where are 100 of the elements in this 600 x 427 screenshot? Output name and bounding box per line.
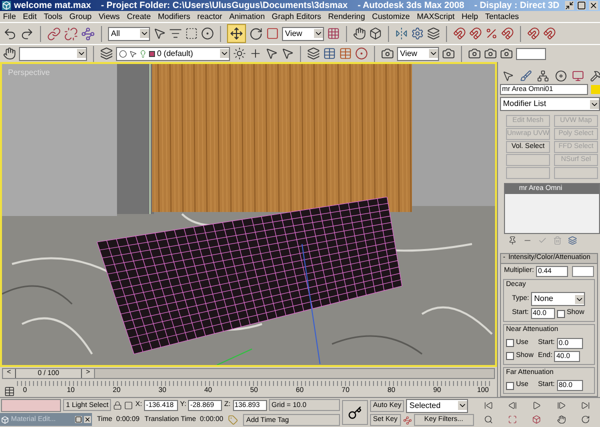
pan-icon[interactable]: [556, 415, 566, 424]
dashed-field[interactable]: [516, 48, 546, 60]
absolute-mode-icon[interactable]: [124, 400, 134, 410]
decay-type-dropdown[interactable]: None: [531, 292, 586, 306]
menu-item[interactable]: Create: [126, 11, 151, 22]
selection-region-icon[interactable]: [185, 27, 198, 40]
layer-dropdown[interactable]: 0 (default): [116, 46, 230, 60]
checkbox[interactable]: [506, 352, 514, 360]
modifier-list-dropdown[interactable]: Modifier List: [500, 97, 600, 111]
menu-item[interactable]: Tentacles: [485, 11, 519, 22]
menu-item[interactable]: Customize: [372, 11, 410, 22]
dropdown-arrow-icon: [77, 49, 86, 58]
display-tab-icon[interactable]: [572, 70, 584, 82]
mirror-icon[interactable]: [395, 27, 408, 40]
create-tab-icon[interactable]: [502, 70, 514, 82]
modify-tab-icon[interactable]: [520, 70, 532, 82]
spinner-snap-icon[interactable]: [501, 27, 514, 40]
named-selection-dropdown[interactable]: [19, 46, 87, 60]
menu-item[interactable]: Group: [69, 11, 92, 22]
pin-icon[interactable]: [508, 236, 517, 244]
menu-item[interactable]: reactor: [197, 11, 222, 22]
move-button[interactable]: [227, 24, 246, 43]
app-icon: [1, 416, 9, 424]
menu-item[interactable]: Rendering: [328, 11, 366, 22]
menu-item[interactable]: Graph Editors: [272, 11, 322, 22]
menu-item[interactable]: Edit: [22, 11, 37, 22]
layers-icon[interactable]: [100, 47, 113, 60]
pivot-icon[interactable]: [327, 27, 340, 40]
restore-icon[interactable]: [75, 416, 82, 424]
percent-snap-icon[interactable]: [485, 27, 498, 40]
menu-item[interactable]: File: [3, 11, 16, 22]
checkbox[interactable]: [556, 310, 565, 318]
add-icon[interactable]: [249, 47, 262, 60]
key-set-dropdown[interactable]: Selected: [406, 398, 468, 413]
undo-icon[interactable]: [3, 26, 17, 40]
set-key-button[interactable]: [342, 400, 368, 425]
select-icon[interactable]: [153, 27, 166, 40]
menu-item[interactable]: Animation: [229, 11, 265, 22]
magnet-icon[interactable]: [543, 27, 556, 40]
utilities-tab-icon[interactable]: [590, 70, 600, 82]
minimize-icon[interactable]: [565, 1, 574, 10]
menu-item[interactable]: Help: [462, 11, 478, 22]
go-to-start-icon[interactable]: [484, 400, 493, 410]
key-tangent-icon[interactable]: [402, 416, 412, 425]
menu-item[interactable]: Views: [98, 11, 120, 22]
select-layer-icon[interactable]: [281, 47, 294, 60]
checkbox[interactable]: [506, 382, 514, 390]
play-icon[interactable]: [532, 400, 542, 410]
track-bar-icon[interactable]: [4, 386, 15, 397]
dropdown-arrow-icon: [429, 49, 438, 58]
hierarchy-tab-icon[interactable]: [537, 70, 550, 82]
select-objects-icon[interactable]: [265, 47, 278, 60]
pointer-icon[interactable]: [129, 50, 137, 58]
redo-icon[interactable]: [20, 26, 34, 40]
highlight-icon[interactable]: [233, 47, 246, 60]
angle-snap-icon[interactable]: [469, 27, 482, 40]
render-setup-icon[interactable]: [381, 47, 394, 60]
rotate-icon[interactable]: [249, 26, 263, 40]
manipulate-icon[interactable]: [353, 27, 366, 40]
curve-editor-icon[interactable]: [323, 47, 336, 60]
lock-icon[interactable]: [113, 400, 122, 410]
dropdown-arrow-icon: [314, 29, 323, 38]
next-frame-icon[interactable]: [556, 400, 566, 410]
layer-manager-icon[interactable]: [307, 47, 320, 60]
dropdown-arrow-icon: [458, 401, 468, 410]
configure-sets-icon[interactable]: [568, 236, 577, 244]
menu-item[interactable]: Tools: [44, 11, 62, 22]
close-icon[interactable]: [84, 416, 91, 424]
maxscript-listener-field[interactable]: [1, 398, 61, 412]
zoom-icon[interactable]: [484, 415, 493, 424]
app-icon: [2, 1, 11, 10]
reference-coordinate-dropdown[interactable]: View: [282, 26, 324, 40]
go-to-end-icon[interactable]: [581, 400, 590, 410]
menu-item[interactable]: Modifiers: [158, 11, 190, 22]
zoom-extents-icon[interactable]: [508, 415, 518, 424]
layer-icon[interactable]: [427, 27, 440, 40]
orbit-icon[interactable]: [581, 415, 590, 424]
material-editor-icon[interactable]: [355, 47, 368, 60]
object-color-swatch[interactable]: [590, 85, 600, 94]
window-title: welcome mat.max - Project Folder: C:\Users\UlusGugus\Documents\3dsmax - Autodesk 3ds Max 2008 - Display : Direct 3D: [14, 0, 560, 11]
render-icon[interactable]: [442, 47, 455, 60]
maximize-icon[interactable]: [577, 1, 586, 10]
motion-tab-icon[interactable]: [554, 70, 567, 82]
previous-frame-icon[interactable]: [508, 400, 518, 410]
selection-filter-dropdown[interactable]: All: [108, 26, 150, 40]
magnet-icon[interactable]: [527, 27, 540, 40]
checkbox[interactable]: [506, 339, 514, 347]
link-icon[interactable]: [47, 26, 61, 40]
dropdown-arrow-icon: [590, 100, 599, 108]
unlink-icon[interactable]: [64, 26, 78, 40]
dropdown-arrow-icon: [220, 49, 229, 58]
close-icon[interactable]: [589, 1, 598, 10]
scale-icon[interactable]: [266, 27, 279, 40]
schematic-view-icon[interactable]: [339, 47, 352, 60]
dropdown-arrow-icon: [575, 294, 584, 304]
render-view-dropdown[interactable]: View: [397, 46, 439, 60]
lightbulb-icon[interactable]: [139, 50, 147, 58]
menu-item[interactable]: MAXScript: [416, 11, 455, 22]
light-color-swatch[interactable]: [572, 266, 594, 276]
snap-icon[interactable]: [453, 27, 466, 40]
